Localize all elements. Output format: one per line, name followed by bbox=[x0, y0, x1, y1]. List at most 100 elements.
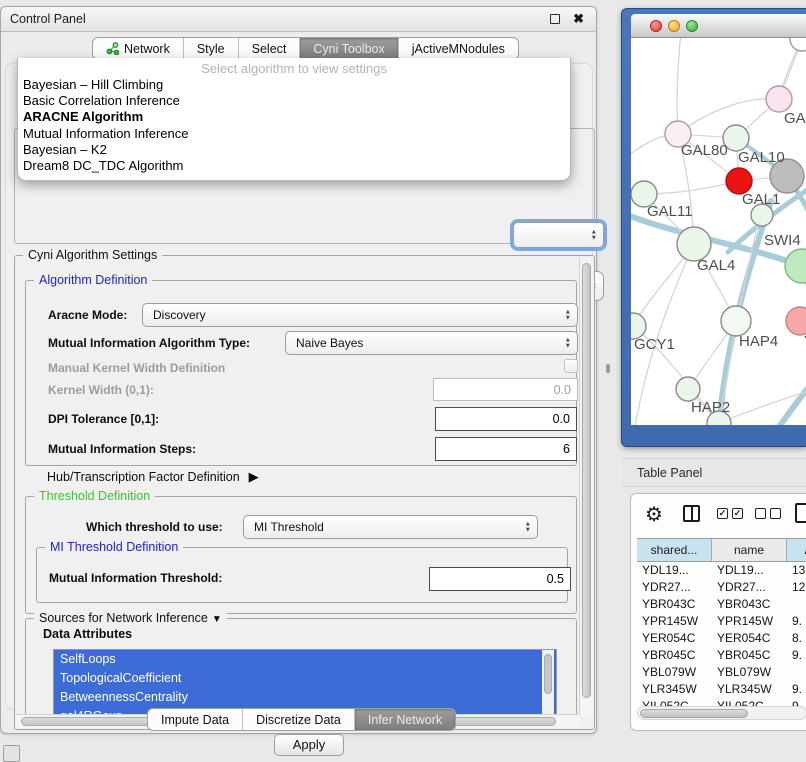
node-label: HAP2 bbox=[691, 399, 730, 416]
table-panel-header: Table Panel bbox=[622, 458, 806, 487]
table-row[interactable]: YBR045CYBR045C9. bbox=[637, 647, 806, 664]
table-cell: 12 bbox=[787, 579, 806, 596]
combo-steppers-icon: ▲▼ bbox=[591, 230, 597, 241]
algorithm-definition-group: Algorithm Definition Aracne Mode: Discov… bbox=[25, 280, 577, 466]
node-label: GAL4 bbox=[697, 257, 735, 274]
network-node[interactable] bbox=[790, 38, 806, 51]
network-canvas[interactable]: GALGAL80GAL10GAL1GAL11SWI4GAL4GCY1HAP4YH… bbox=[631, 38, 806, 425]
mi-type-label: Mutual Information Algorithm Type: bbox=[48, 336, 250, 350]
table-horizontal-scrollbar[interactable] bbox=[637, 706, 806, 720]
node-label: GAL80 bbox=[681, 142, 728, 159]
network-node-y[interactable] bbox=[786, 307, 806, 335]
network-icon bbox=[106, 42, 119, 55]
inference-algorithm-combo[interactable]: ▲▼ bbox=[513, 222, 604, 248]
tab-select[interactable]: Select bbox=[238, 38, 300, 59]
network-edge bbox=[644, 181, 739, 194]
floating-panel-icon[interactable] bbox=[3, 745, 20, 762]
close-traffic-light-icon[interactable] bbox=[650, 20, 662, 32]
table-row[interactable]: YDR27...YDR27...12 bbox=[637, 579, 806, 596]
checked-box-icon[interactable]: ✓ bbox=[717, 508, 728, 519]
tab-infer-network[interactable]: Infer Network bbox=[354, 709, 455, 730]
tab-label: Cyni Toolbox bbox=[313, 42, 384, 56]
network-window-titlebar bbox=[631, 14, 806, 38]
aracne-mode-combo[interactable]: Discovery ▲▼ bbox=[142, 303, 578, 327]
tab-cyni-toolbox[interactable]: Cyni Toolbox bbox=[299, 38, 397, 59]
network-node[interactable] bbox=[785, 249, 806, 283]
unchecked-box-icon[interactable] bbox=[770, 508, 781, 519]
mi-steps-label: Mutual Information Steps: bbox=[48, 442, 196, 456]
attr-list-scrollbar[interactable] bbox=[542, 650, 554, 716]
hub-factor-section-toggle[interactable]: Hub/Transcription Factor Definition▶ bbox=[47, 469, 259, 485]
table-panel-title: Table Panel bbox=[637, 459, 702, 488]
mi-steps-field[interactable] bbox=[435, 437, 577, 461]
table-cell: YBL079W bbox=[637, 664, 712, 681]
tab-network[interactable]: Network bbox=[93, 38, 183, 59]
dpi-tolerance-field[interactable] bbox=[435, 407, 577, 431]
table-panel-card: ⚙ ✓ ✓ shared...nameA YDL19...YDL19...13Y… bbox=[630, 493, 806, 731]
collapsed-arrow-icon: ▶ bbox=[249, 469, 259, 485]
table-cell: 9. bbox=[787, 647, 806, 664]
manual-kernel-checkbox[interactable] bbox=[564, 359, 578, 373]
attribute-item[interactable]: TopologicalCoefficient bbox=[54, 669, 556, 688]
table-row[interactable]: YLR345WYLR345W9. bbox=[637, 681, 806, 698]
control-panel-tabs: NetworkStyleSelect Cyni Toolbox jActiveMNo… bbox=[92, 37, 519, 60]
attribute-item[interactable]: BetweennessCentrality bbox=[54, 688, 556, 707]
column-header[interactable]: A bbox=[787, 539, 806, 561]
document-icon[interactable] bbox=[795, 503, 806, 523]
table-cell: YBR045C bbox=[712, 647, 787, 664]
node-table: shared...nameA YDL19...YDL19...13YDR27..… bbox=[637, 538, 806, 715]
apply-button[interactable]: Apply bbox=[274, 734, 344, 756]
split-columns-icon[interactable] bbox=[683, 505, 700, 522]
mi-type-value: Naive Bayes bbox=[296, 336, 363, 350]
gear-icon[interactable]: ⚙ bbox=[645, 502, 663, 527]
table-cell: 13 bbox=[787, 562, 806, 579]
node-table-header: shared...nameA bbox=[637, 538, 806, 562]
node-label: SWI4 bbox=[764, 232, 801, 249]
which-threshold-combo[interactable]: MI Threshold ▲▼ bbox=[243, 515, 538, 539]
algorithm-option[interactable]: Bayesian – K2 bbox=[18, 142, 570, 158]
unchecked-box-icon[interactable] bbox=[755, 508, 766, 519]
network-node-gal4[interactable] bbox=[677, 227, 711, 261]
manual-kernel-label: Manual Kernel Width Definition bbox=[48, 361, 225, 375]
column-header[interactable]: name bbox=[712, 539, 787, 561]
threshold-definition-group: Threshold Definition Which threshold to … bbox=[25, 496, 577, 614]
algorithm-option[interactable]: Bayesian – Hill Climbing bbox=[18, 77, 570, 93]
table-row[interactable]: YPR145WYPR145W9. bbox=[637, 613, 806, 630]
kernel-width-field[interactable] bbox=[433, 378, 578, 401]
expanded-arrow-icon[interactable]: ▼ bbox=[212, 614, 222, 625]
mi-type-combo[interactable]: Naive Bayes ▲▼ bbox=[285, 331, 578, 355]
column-header[interactable]: shared... bbox=[637, 539, 712, 561]
checked-box-icon[interactable]: ✓ bbox=[732, 508, 743, 519]
attribute-item[interactable]: SelfLoops bbox=[54, 650, 556, 669]
algorithm-option[interactable]: ARACNE Algorithm bbox=[18, 109, 570, 125]
table-row[interactable]: YER054CYER054C8. bbox=[637, 630, 806, 647]
control-panel-title: Control Panel bbox=[10, 7, 86, 32]
tab-impute-data[interactable]: Impute Data bbox=[148, 709, 242, 730]
combo-steppers-icon: ▲▼ bbox=[525, 522, 531, 533]
network-view-window: GALGAL80GAL10GAL1GAL11SWI4GAL4GCY1HAP4YH… bbox=[621, 8, 806, 447]
minimize-traffic-light-icon[interactable] bbox=[668, 20, 680, 32]
zoom-traffic-light-icon[interactable] bbox=[686, 20, 698, 32]
float-window-icon[interactable] bbox=[550, 14, 560, 24]
settings-vertical-scrollbar[interactable] bbox=[579, 258, 593, 716]
table-row[interactable]: YDL19...YDL19...13 bbox=[637, 562, 806, 579]
mi-threshold-field[interactable] bbox=[429, 567, 571, 591]
close-icon[interactable]: ✖ bbox=[573, 11, 584, 27]
split-pane-grip[interactable] bbox=[606, 364, 610, 373]
algorithm-option[interactable]: Basic Correlation Inference bbox=[18, 93, 570, 109]
node-label: GCY1 bbox=[634, 336, 675, 353]
algorithm-option[interactable]: Mutual Information Inference bbox=[18, 126, 570, 142]
tab-jactivemnodules[interactable]: jActiveMNodules bbox=[398, 38, 518, 59]
table-cell: YPR145W bbox=[712, 613, 787, 630]
dpi-tolerance-label: DPI Tolerance [0,1]: bbox=[48, 412, 159, 426]
network-node-hap2[interactable] bbox=[676, 377, 700, 401]
table-row[interactable]: YBR043CYBR043C bbox=[637, 596, 806, 613]
algorithm-option[interactable]: Dream8 DC_TDC Algorithm bbox=[18, 158, 570, 174]
network-edge bbox=[779, 382, 806, 425]
network-node-gal[interactable] bbox=[766, 86, 792, 112]
kernel-width-label: Kernel Width (0,1): bbox=[48, 383, 154, 397]
table-row[interactable]: YBL079WYBL079W bbox=[637, 664, 806, 681]
tab-discretize-data[interactable]: Discretize Data bbox=[242, 709, 354, 730]
network-node-hap4[interactable] bbox=[721, 306, 751, 336]
tab-style[interactable]: Style bbox=[183, 38, 238, 59]
